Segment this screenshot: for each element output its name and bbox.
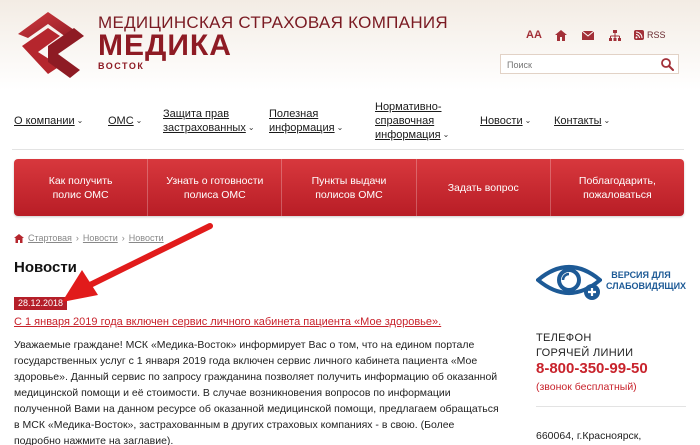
- chevron-down-icon: ⌄: [442, 130, 450, 139]
- search-icon: [660, 57, 674, 71]
- nav-item-label: Новости: [480, 115, 523, 127]
- nav-item-contacts[interactable]: Контакты ⌄: [554, 114, 610, 128]
- feedback-button[interactable]: Поблагодарить, пожаловаться: [551, 159, 684, 216]
- company-address: 660064, г.Красноярск,: [536, 430, 642, 442]
- hotline-heading: ТЕЛЕФОН ГОРЯЧЕЙ ЛИНИИ: [536, 332, 634, 359]
- hotline-note: (звонок бесплатный): [536, 381, 637, 393]
- breadcrumb-separator: ›: [75, 233, 79, 243]
- font-size-button[interactable]: AA: [526, 27, 542, 43]
- breadcrumb-item-news-current[interactable]: Новости: [129, 233, 164, 243]
- low-vision-label: ВЕРСИЯ ДЛЯ СЛАБОВИДЯЩИХ: [606, 270, 687, 291]
- search-box: [500, 54, 679, 74]
- chevron-down-icon: ⌄: [135, 116, 143, 125]
- sidebar-divider: [536, 406, 686, 407]
- breadcrumb-separator: ›: [121, 233, 125, 243]
- nav-item-reference-info[interactable]: Нормативно- справочная информация ⌄: [375, 100, 449, 142]
- company-logo-icon[interactable]: [8, 6, 90, 86]
- nav-item-label: Нормативно-: [375, 101, 442, 113]
- nav-item-useful-info[interactable]: Полезная информация ⌄: [269, 107, 343, 135]
- low-vision-version-link[interactable]: ВЕРСИЯ ДЛЯ СЛАБОВИДЯЩИХ: [534, 258, 687, 304]
- breadcrumb-item-home[interactable]: Стартовая: [28, 233, 72, 243]
- nav-item-label: Защита прав: [163, 108, 230, 120]
- chevron-down-icon: ⌄: [603, 116, 611, 125]
- rss-icon: [634, 30, 644, 40]
- action-label: Узнать о готовности полиса ОМС: [166, 174, 264, 201]
- nav-item-label: информация: [375, 129, 441, 141]
- nav-item-label: Полезная: [269, 108, 319, 120]
- action-label: Задать вопрос: [447, 181, 519, 194]
- search-button[interactable]: [658, 56, 676, 72]
- chevron-down-icon: ⌄: [336, 123, 344, 132]
- news-title-link[interactable]: С 1 января 2019 года включен сервис личн…: [14, 316, 441, 328]
- nav-item-label: справочная: [375, 115, 435, 127]
- home-button[interactable]: [553, 27, 569, 43]
- home-icon[interactable]: [14, 233, 24, 243]
- policy-points-button[interactable]: Пункты выдачи полисов ОМС: [282, 159, 417, 216]
- nav-item-news[interactable]: Новости ⌄: [480, 114, 531, 128]
- chevron-down-icon: ⌄: [76, 116, 84, 125]
- eye-icon: [534, 260, 604, 302]
- action-label: Поблагодарить, пожаловаться: [578, 174, 656, 201]
- font-size-icon: AA: [526, 29, 542, 41]
- ask-question-button[interactable]: Задать вопрос: [417, 159, 551, 216]
- chevron-down-icon: ⌄: [247, 123, 255, 132]
- action-label: Пункты выдачи полисов ОМС: [311, 174, 387, 201]
- breadcrumb: Стартовая › Новости › Новости: [14, 233, 164, 243]
- rss-button[interactable]: RSS: [634, 27, 666, 43]
- sitemap-icon: [609, 29, 621, 41]
- rss-label: RSS: [647, 30, 666, 40]
- breadcrumb-item-news[interactable]: Новости: [83, 233, 118, 243]
- chevron-down-icon: ⌄: [524, 116, 532, 125]
- main-nav: О компании ⌄ ОМС ⌄ Защита прав застрахован…: [0, 96, 700, 144]
- nav-divider: [12, 149, 684, 150]
- action-bar: Как получить полис ОМС Узнать о готовност…: [14, 159, 684, 216]
- action-label: Как получить полис ОМС: [48, 174, 113, 201]
- mail-icon: [582, 30, 594, 40]
- nav-item-label: информация: [269, 122, 335, 134]
- nav-item-oms[interactable]: ОМС ⌄: [108, 114, 142, 128]
- home-icon: [555, 29, 567, 41]
- site-header: МЕДИЦИНСКАЯ СТРАХОВАЯ КОМПАНИЯ МЕДИКА ВО…: [0, 0, 700, 90]
- get-policy-button[interactable]: Как получить полис ОМС: [14, 159, 149, 216]
- hotline-phone-number[interactable]: 8-800-350-99-50: [536, 360, 648, 377]
- page-title: Новости: [14, 259, 77, 276]
- brand-name: МЕДИКА: [98, 29, 232, 62]
- news-date-badge: 28.12.2018: [14, 297, 68, 310]
- nav-item-about[interactable]: О компании ⌄: [14, 114, 83, 128]
- check-policy-readiness-button[interactable]: Узнать о готовности полиса ОМС: [148, 159, 283, 216]
- nav-item-label: Контакты: [554, 115, 602, 127]
- nav-item-label: ОМС: [108, 115, 134, 127]
- nav-item-label: О компании: [14, 115, 75, 127]
- search-input[interactable]: [501, 56, 651, 74]
- sitemap-button[interactable]: [607, 27, 623, 43]
- news-body: Уважаемые граждане! МСК «Медика-Восток» …: [14, 339, 499, 445]
- nav-item-label: застрахованных: [163, 122, 246, 134]
- nav-item-rights-protection[interactable]: Защита прав застрахованных ⌄: [163, 107, 255, 135]
- brand-subtitle: ВОСТОК: [98, 61, 145, 71]
- email-button[interactable]: [580, 27, 596, 43]
- header-tools: AA RSS: [526, 27, 666, 43]
